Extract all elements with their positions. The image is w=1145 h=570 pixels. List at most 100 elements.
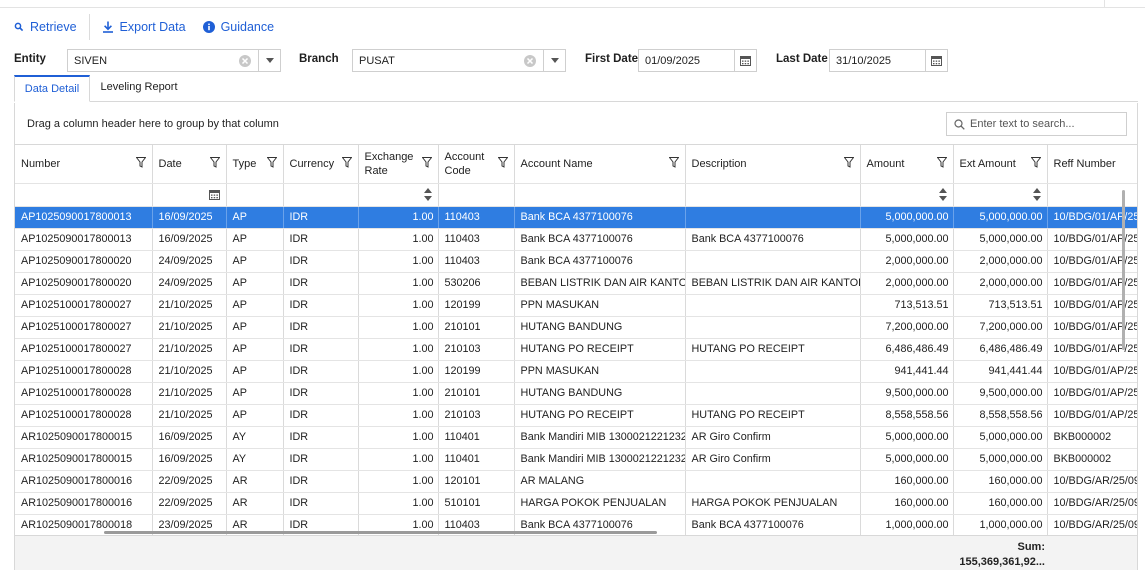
column-header-type[interactable]: Type xyxy=(226,145,284,184)
cell-amount[interactable]: 2,000,000.00 xyxy=(860,272,954,295)
cell-ext-amount[interactable]: 941,441.44 xyxy=(953,360,1048,383)
cell-amount[interactable]: 160,000.00 xyxy=(860,492,954,515)
guidance-button[interactable]: Guidance xyxy=(202,20,274,34)
cell-reff-number[interactable]: BKB000002 xyxy=(1047,448,1137,471)
cell-account-name[interactable]: BEBAN LISTRIK DAN AIR KANTOR xyxy=(514,272,686,295)
cell-number[interactable]: AP1025100017800027 xyxy=(15,294,153,317)
cell-date[interactable]: 16/09/2025 xyxy=(152,228,227,251)
filter-icon[interactable] xyxy=(843,157,854,168)
cell-number[interactable]: AR1025090017800016 xyxy=(15,492,153,515)
cell-number[interactable]: AP1025100017800028 xyxy=(15,382,153,405)
cell-currency[interactable]: IDR xyxy=(283,206,359,229)
cell-amount[interactable]: 7,200,000.00 xyxy=(860,316,954,339)
cell-exchange-rate[interactable]: 1.00 xyxy=(358,492,439,515)
cell-ext-amount[interactable]: 5,000,000.00 xyxy=(953,426,1048,449)
cell-date[interactable]: 21/10/2025 xyxy=(152,294,227,317)
table-row[interactable]: AR1025090017800016 22/09/2025 AR IDR 1.00 120… xyxy=(15,470,1137,493)
grid-search-box[interactable] xyxy=(946,112,1127,136)
cell-type[interactable]: AP xyxy=(226,382,284,405)
column-header-description[interactable]: Description xyxy=(685,145,861,184)
cell-description[interactable] xyxy=(685,382,861,405)
cell-date[interactable]: 21/10/2025 xyxy=(152,404,227,427)
cell-exchange-rate[interactable]: 1.00 xyxy=(358,316,439,339)
cell-amount[interactable]: 5,000,000.00 xyxy=(860,448,954,471)
cell-reff-number[interactable]: 10/BDG/01/AP/25/ xyxy=(1047,360,1137,383)
table-row[interactable]: AP1025100017800028 21/10/2025 AP IDR 1.00 210… xyxy=(15,404,1137,427)
spin-arrows-icon[interactable] xyxy=(938,188,947,201)
table-row[interactable]: AP1025090017800013 16/09/2025 AP IDR 1.00 110… xyxy=(15,206,1137,229)
cell-date[interactable]: 24/09/2025 xyxy=(152,250,227,273)
cell-number[interactable]: AR1025090017800015 xyxy=(15,448,153,471)
cell-date[interactable]: 21/10/2025 xyxy=(152,316,227,339)
column-header-exchange-rate[interactable]: Exchange Rate xyxy=(358,145,439,184)
column-header-currency[interactable]: Currency xyxy=(283,145,359,184)
cell-date[interactable]: 16/09/2025 xyxy=(152,206,227,229)
horizontal-scrollbar[interactable] xyxy=(104,531,657,534)
cell-account-code[interactable]: 120199 xyxy=(438,294,515,317)
cell-date[interactable]: 22/09/2025 xyxy=(152,470,227,493)
cell-date[interactable]: 21/10/2025 xyxy=(152,382,227,405)
cell-description[interactable] xyxy=(685,360,861,383)
cell-amount[interactable]: 5,000,000.00 xyxy=(860,206,954,229)
table-row[interactable]: AP1025100017800028 21/10/2025 AP IDR 1.00 120… xyxy=(15,360,1137,383)
table-row[interactable]: AP1025100017800027 21/10/2025 AP IDR 1.00 120… xyxy=(15,294,1137,317)
cell-exchange-rate[interactable]: 1.00 xyxy=(358,470,439,493)
cell-account-code[interactable]: 110401 xyxy=(438,448,515,471)
cell-exchange-rate[interactable]: 1.00 xyxy=(358,338,439,361)
cell-description[interactable] xyxy=(685,294,861,317)
cell-exchange-rate[interactable]: 1.00 xyxy=(358,206,439,229)
cell-currency[interactable]: IDR xyxy=(283,448,359,471)
cell-currency[interactable]: IDR xyxy=(283,316,359,339)
filter-cell[interactable] xyxy=(953,183,1048,207)
entity-combo[interactable]: SIVEN xyxy=(67,49,281,72)
cell-currency[interactable]: IDR xyxy=(283,360,359,383)
cell-description[interactable] xyxy=(685,316,861,339)
cell-currency[interactable]: IDR xyxy=(283,492,359,515)
filter-cell[interactable] xyxy=(514,183,686,207)
filter-icon[interactable] xyxy=(936,157,947,168)
export-data-button[interactable]: Export Data xyxy=(102,20,186,34)
cell-reff-number[interactable]: 10/BDG/AR/25/09/ xyxy=(1047,514,1137,537)
filter-cell[interactable] xyxy=(685,183,861,207)
cell-type[interactable]: AP xyxy=(226,250,284,273)
cell-currency[interactable]: IDR xyxy=(283,250,359,273)
table-row[interactable]: AP1025100017800027 21/10/2025 AP IDR 1.00 210… xyxy=(15,316,1137,339)
cell-ext-amount[interactable]: 5,000,000.00 xyxy=(953,206,1048,229)
cell-account-code[interactable]: 210103 xyxy=(438,338,515,361)
cell-account-name[interactable]: PPN MASUKAN xyxy=(514,294,686,317)
calendar-icon[interactable] xyxy=(208,189,220,200)
cell-number[interactable]: AP1025100017800027 xyxy=(15,316,153,339)
tab-leveling-report[interactable]: Leveling Report xyxy=(94,75,184,102)
cell-currency[interactable]: IDR xyxy=(283,294,359,317)
cell-amount[interactable]: 5,000,000.00 xyxy=(860,228,954,251)
cell-ext-amount[interactable]: 5,000,000.00 xyxy=(953,448,1048,471)
cell-amount[interactable]: 713,513.51 xyxy=(860,294,954,317)
column-header-date[interactable]: Date xyxy=(152,145,227,184)
cell-account-name[interactable]: AR MALANG xyxy=(514,470,686,493)
cell-currency[interactable]: IDR xyxy=(283,338,359,361)
column-header-reff-number[interactable]: Reff Number xyxy=(1047,145,1137,184)
cell-amount[interactable]: 2,000,000.00 xyxy=(860,250,954,273)
cell-type[interactable]: AP xyxy=(226,316,284,339)
cell-ext-amount[interactable]: 1,000,000.00 xyxy=(953,514,1048,537)
grid-search-input[interactable] xyxy=(970,118,1120,130)
cell-reff-number[interactable]: 10/BDG/AR/25/09/ xyxy=(1047,470,1137,493)
cell-account-code[interactable]: 120199 xyxy=(438,360,515,383)
cell-account-name[interactable]: HUTANG BANDUNG xyxy=(514,382,686,405)
cell-type[interactable]: AP xyxy=(226,360,284,383)
cell-ext-amount[interactable]: 160,000.00 xyxy=(953,492,1048,515)
filter-cell[interactable] xyxy=(438,183,515,207)
cell-account-code[interactable]: 120101 xyxy=(438,470,515,493)
cell-account-code[interactable]: 530206 xyxy=(438,272,515,295)
spin-arrows-icon[interactable] xyxy=(423,188,432,201)
cell-account-code[interactable]: 510101 xyxy=(438,492,515,515)
cell-description[interactable]: HUTANG PO RECEIPT xyxy=(685,404,861,427)
table-row[interactable]: AR1025090017800015 16/09/2025 AY IDR 1.00 110… xyxy=(15,448,1137,471)
cell-currency[interactable]: IDR xyxy=(283,382,359,405)
cell-currency[interactable]: IDR xyxy=(283,272,359,295)
cell-exchange-rate[interactable]: 1.00 xyxy=(358,426,439,449)
cell-number[interactable]: AP1025100017800028 xyxy=(15,360,153,383)
filter-icon[interactable] xyxy=(341,157,352,168)
branch-combo[interactable]: PUSAT xyxy=(352,49,566,72)
column-header-account-name[interactable]: Account Name xyxy=(514,145,686,184)
